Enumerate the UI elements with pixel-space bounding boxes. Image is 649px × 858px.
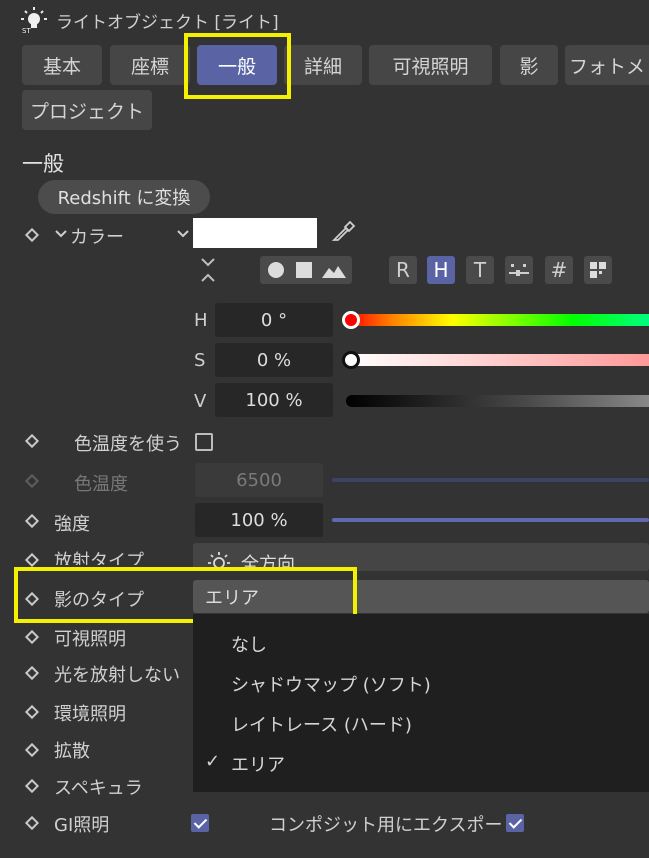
temperature-mode-button[interactable]: T: [466, 256, 494, 284]
svg-text:ST: ST: [22, 27, 31, 34]
keyframe-diamond-icon[interactable]: [24, 513, 40, 529]
composite-export-label: コンポジット用にエクスポート: [269, 815, 521, 836]
intensity-field[interactable]: 100 %: [195, 503, 323, 537]
light-bulb-icon: ST: [21, 7, 47, 34]
tab-details[interactable]: 詳細: [284, 45, 362, 85]
no-light-radiation-label: 光を放射しない: [54, 665, 180, 686]
collapse-arrows-icon[interactable]: [198, 256, 218, 284]
mixer-mode-button[interactable]: [505, 256, 533, 284]
keyframe-diamond-icon[interactable]: [24, 815, 40, 831]
shadow-type-menu: なし シャドウマップ (ソフト) レイトレース (ハード) ✓ エリア: [193, 614, 649, 792]
visible-light-label: 可視照明: [54, 629, 126, 650]
swatch-mode-button[interactable]: [584, 256, 612, 284]
value-label: V: [194, 391, 207, 412]
keyframe-diamond-icon[interactable]: [24, 665, 40, 681]
eyedropper-icon[interactable]: [330, 218, 356, 244]
rgb-mode-button[interactable]: R: [389, 256, 417, 284]
menu-item-shadow-map[interactable]: シャドウマップ (ソフト): [231, 671, 431, 697]
color-swatch[interactable]: [193, 218, 317, 248]
color-expand-chevron-icon[interactable]: [176, 227, 190, 241]
keyframe-diamond-icon[interactable]: [24, 629, 40, 645]
hsv-mode-button[interactable]: H: [427, 256, 455, 284]
window-title: ライトオブジェクト [ライト]: [56, 13, 279, 33]
chevron-down-icon[interactable]: [54, 227, 68, 241]
value-slider[interactable]: [346, 395, 649, 407]
mixer-icon: [509, 264, 529, 276]
intensity-slider[interactable]: [332, 518, 649, 522]
tab-basic[interactable]: 基本: [22, 45, 102, 85]
omni-light-icon: [208, 552, 230, 571]
hex-mode-button[interactable]: #: [545, 256, 573, 284]
hue-slider-handle[interactable]: [342, 311, 360, 329]
use-color-temp-label: 色温度を使う: [74, 434, 182, 455]
radiation-type-value: 全方向: [241, 554, 295, 571]
shadow-type-label: 影のタイプ: [54, 590, 144, 611]
keyframe-diamond-icon[interactable]: [24, 552, 40, 568]
swatches-grid-icon: [590, 262, 606, 278]
menu-item-none[interactable]: なし: [231, 631, 267, 657]
menu-item-area[interactable]: エリア: [231, 751, 285, 777]
intensity-label: 強度: [54, 514, 90, 535]
menu-item-raytrace[interactable]: レイトレース (ハード): [231, 711, 412, 737]
color-temp-field: 6500: [195, 463, 323, 497]
color-temp-slider: [332, 478, 649, 482]
diffuse-label: 拡散: [54, 741, 90, 762]
checkmark-icon: ✓: [205, 751, 221, 772]
hue-field[interactable]: 0 °: [215, 303, 333, 337]
hue-slider[interactable]: [346, 314, 649, 326]
tab-general[interactable]: 一般: [197, 45, 277, 85]
color-temp-label: 色温度: [74, 474, 128, 495]
hash-icon: #: [550, 258, 568, 282]
tab-photometric[interactable]: フォトメト: [565, 45, 649, 85]
keyframe-diamond-icon[interactable]: [24, 227, 40, 243]
gi-light-label: GI照明: [54, 815, 110, 836]
convert-redshift-button[interactable]: Redshift に変換: [38, 180, 210, 214]
tab-visible-light[interactable]: 可視照明: [369, 45, 492, 85]
keyframe-diamond-icon[interactable]: [24, 591, 40, 607]
shadow-type-dropdown[interactable]: エリア: [193, 580, 649, 613]
composite-export-checkbox[interactable]: [506, 814, 524, 832]
saturation-slider-handle[interactable]: [342, 351, 360, 369]
saturation-field[interactable]: 0 %: [215, 343, 333, 377]
tab-coordinates[interactable]: 座標: [110, 45, 190, 85]
radiation-type-dropdown[interactable]: 全方向: [193, 543, 649, 571]
ambient-light-label: 環境照明: [54, 704, 126, 725]
tab-project[interactable]: プロジェクト: [22, 90, 152, 130]
hue-label: H: [194, 310, 208, 331]
saturation-slider[interactable]: [346, 354, 649, 366]
keyframe-diamond-icon[interactable]: [24, 433, 40, 449]
color-shape-icons[interactable]: [262, 256, 350, 284]
tab-shadow[interactable]: 影: [500, 45, 558, 85]
keyframe-diamond-icon[interactable]: [24, 704, 40, 720]
saturation-label: S: [194, 350, 206, 371]
gi-light-checkbox[interactable]: [191, 814, 209, 832]
specular-label: スペキュラ: [54, 778, 143, 799]
value-field[interactable]: 100 %: [215, 383, 333, 417]
keyframe-diamond-icon[interactable]: [24, 742, 40, 758]
color-label: カラー: [70, 227, 124, 248]
use-color-temp-checkbox[interactable]: [195, 433, 213, 451]
section-title: 一般: [22, 152, 64, 176]
radiation-type-label: 放射タイプ: [54, 551, 144, 565]
keyframe-diamond-icon[interactable]: [24, 778, 40, 794]
shadow-type-value: エリア: [205, 587, 259, 609]
keyframe-diamond-icon: [24, 473, 40, 489]
